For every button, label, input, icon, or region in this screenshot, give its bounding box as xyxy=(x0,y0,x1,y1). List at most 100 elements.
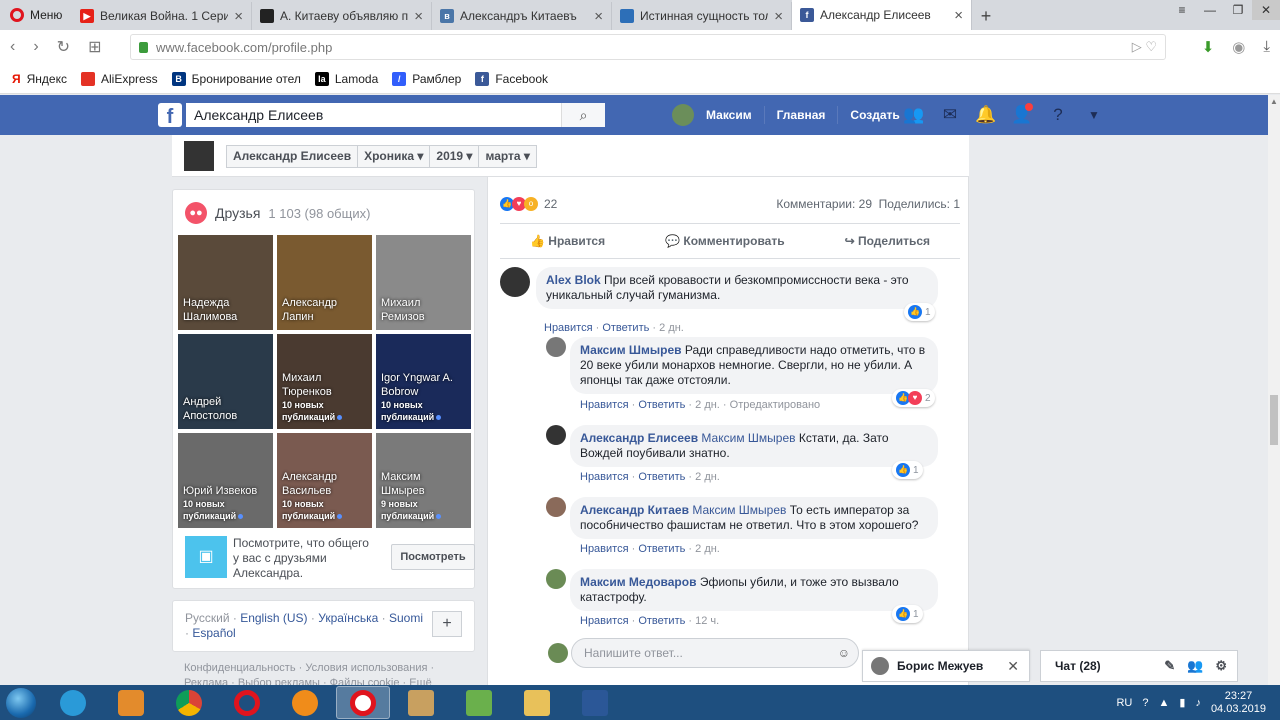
avatar[interactable] xyxy=(546,569,566,589)
friend-name[interactable]: Надежда xyxy=(183,296,237,310)
vpn-globe-icon[interactable]: ◉ xyxy=(1232,38,1245,56)
reply-input[interactable]: Напишите ответ... ☺ xyxy=(571,638,859,668)
close-tab-icon[interactable]: × xyxy=(954,7,963,24)
taskbar-opera-active[interactable] xyxy=(336,686,390,719)
breadcrumb-timeline[interactable]: Хроника ▾ xyxy=(358,146,431,167)
friend-requests-icon[interactable]: 👥 xyxy=(903,105,925,125)
comment-like-link[interactable]: Нравится xyxy=(544,322,593,334)
friend-tile[interactable]: Андрей Апостолов xyxy=(178,334,273,429)
scrollbar-thumb[interactable] xyxy=(1270,395,1278,445)
bookmark-heart-icon[interactable]: ▷ ♡ xyxy=(1132,39,1157,55)
close-window-icon[interactable]: ✕ xyxy=(1252,0,1280,20)
minimize-icon[interactable]: — xyxy=(1196,0,1224,20)
language-indicator[interactable]: RU xyxy=(1116,697,1132,709)
comment-author[interactable]: Максим Медоваров xyxy=(580,575,696,589)
comment-time[interactable]: 12 ч. xyxy=(695,615,719,627)
friend-name[interactable]: Igor Yngwar A. xyxy=(381,371,471,385)
taskbar-archive[interactable] xyxy=(394,686,448,719)
taskbar-opera[interactable] xyxy=(220,686,274,719)
close-tab-icon[interactable]: × xyxy=(594,8,603,25)
help-icon[interactable]: ? xyxy=(1142,697,1148,709)
page-scrollbar[interactable]: ▲ xyxy=(1268,95,1280,685)
forward-icon[interactable]: › xyxy=(33,38,38,56)
avatar[interactable] xyxy=(546,337,566,357)
comment-author[interactable]: Alex Blok xyxy=(546,273,601,287)
messenger-icon[interactable]: ✉ xyxy=(939,105,961,125)
download-icon[interactable]: ⬇ xyxy=(1202,38,1215,56)
like-button[interactable]: 👍 Нравится xyxy=(530,234,605,248)
volume-icon[interactable]: ♪ xyxy=(1195,697,1201,709)
help-icon[interactable]: ? xyxy=(1047,105,1069,125)
comment-reactions[interactable]: 👍 ♥ 2 xyxy=(892,389,935,407)
tab-5-active[interactable]: f Александр Елисеев × xyxy=(792,0,972,30)
comment-reactions[interactable]: 👍 1 xyxy=(892,461,923,479)
language-link[interactable]: Suomi xyxy=(389,611,423,625)
comment-reply-link[interactable]: Ответить xyxy=(638,399,685,411)
friend-tile[interactable]: Igor Yngwar A. Bobrow 10 новых публикаций xyxy=(376,334,471,429)
comment-like-link[interactable]: Нравится xyxy=(580,399,629,411)
bookmark-rambler[interactable]: / Рамблер xyxy=(392,71,461,86)
avatar[interactable] xyxy=(672,104,694,126)
profile-thumbnail[interactable] xyxy=(184,141,214,171)
friends-title[interactable]: Друзья xyxy=(215,205,260,221)
taskbar-chrome[interactable] xyxy=(162,686,216,719)
bookmark-yandex[interactable]: Я Яндекс xyxy=(12,72,67,86)
taskbar-media[interactable] xyxy=(104,686,158,719)
friend-tile[interactable]: Надежда Шалимова xyxy=(178,235,273,330)
facebook-logo-icon[interactable]: f xyxy=(158,103,182,128)
friend-name[interactable]: Александр xyxy=(282,470,372,484)
notifications-icon[interactable]: 🔔 xyxy=(975,105,997,125)
home-link[interactable]: Главная xyxy=(777,108,826,122)
comment-reactions[interactable]: 👍 1 xyxy=(904,303,935,321)
taskbar-music[interactable] xyxy=(452,686,506,719)
comment-reply-link[interactable]: Ответить xyxy=(638,615,685,627)
friend-tile[interactable]: Александр Васильев 10 новых публикаций xyxy=(277,433,372,528)
friend-name[interactable]: Михаил xyxy=(282,371,372,385)
comment-mention[interactable]: Максим Шмырев xyxy=(692,503,786,517)
friend-tile[interactable]: Юрий Извеков 10 новых публикаций xyxy=(178,433,273,528)
add-language-button[interactable]: + xyxy=(432,611,462,637)
comment-reactions[interactable]: 👍 1 xyxy=(892,605,923,623)
breadcrumb-year[interactable]: 2019 ▾ xyxy=(430,146,480,167)
friend-name[interactable]: Андрей xyxy=(183,395,237,409)
reload-icon[interactable]: ↻ xyxy=(57,37,70,57)
comment-like-link[interactable]: Нравится xyxy=(580,543,629,555)
gear-icon[interactable]: ⚙ xyxy=(1215,658,1227,674)
comment-time[interactable]: 2 дн. xyxy=(695,399,720,411)
close-chat-icon[interactable]: ✕ xyxy=(1007,658,1019,675)
friend-name[interactable]: Михаил xyxy=(381,296,425,310)
new-tab-button[interactable]: + xyxy=(972,2,1000,30)
bookmark-facebook[interactable]: f Facebook xyxy=(475,71,548,86)
avatar[interactable] xyxy=(546,497,566,517)
shares-count[interactable]: Поделились: 1 xyxy=(879,197,960,211)
friend-name[interactable]: Максим xyxy=(381,470,471,484)
friend-tile[interactable]: Михаил Тюренков 10 новых публикаций xyxy=(277,334,372,429)
tab-2[interactable]: А. Китаеву объявляю пол × xyxy=(252,2,432,30)
share-button[interactable]: ↪ Поделиться xyxy=(845,234,930,248)
comment-time[interactable]: 2 дн. xyxy=(695,471,720,483)
taskbar-word[interactable] xyxy=(568,686,622,719)
chat-sidebar-toggle[interactable]: Чат (28) ✎ 👥 ⚙ xyxy=(1040,650,1238,682)
taskbar-explorer[interactable] xyxy=(510,686,564,719)
friend-name[interactable]: Bobrow xyxy=(381,385,471,399)
comment-like-link[interactable]: Нравится xyxy=(580,471,629,483)
comment-time[interactable]: 2 дн. xyxy=(695,543,720,555)
comment-like-link[interactable]: Нравится xyxy=(580,615,629,627)
network-icon[interactable]: ▮ xyxy=(1179,696,1185,709)
search-input[interactable]: Александр Елисеев ⌕ xyxy=(186,103,605,127)
comment-reply-link[interactable]: Ответить xyxy=(638,543,685,555)
bookmark-booking[interactable]: B Бронирование отел xyxy=(171,71,301,86)
tab-3[interactable]: в Александръ Китаевъ × xyxy=(432,2,612,30)
start-button[interactable] xyxy=(0,685,42,720)
avatar[interactable] xyxy=(546,425,566,445)
friend-name[interactable]: Васильев xyxy=(282,484,372,498)
friend-name[interactable]: Шмырев xyxy=(381,484,471,498)
bookmark-lamoda[interactable]: la Lamoda xyxy=(314,71,378,86)
create-link[interactable]: Создать xyxy=(850,108,899,122)
comment-reply-link[interactable]: Ответить xyxy=(638,471,685,483)
comment-button[interactable]: 💬 Комментировать xyxy=(665,234,785,248)
reactions-count[interactable]: 22 xyxy=(544,197,557,211)
friend-tile[interactable]: Михаил Ремизов xyxy=(376,235,471,330)
account-menu-chevron-down-icon[interactable]: ▼ xyxy=(1083,108,1105,122)
friend-name[interactable]: Тюренков xyxy=(282,385,372,399)
